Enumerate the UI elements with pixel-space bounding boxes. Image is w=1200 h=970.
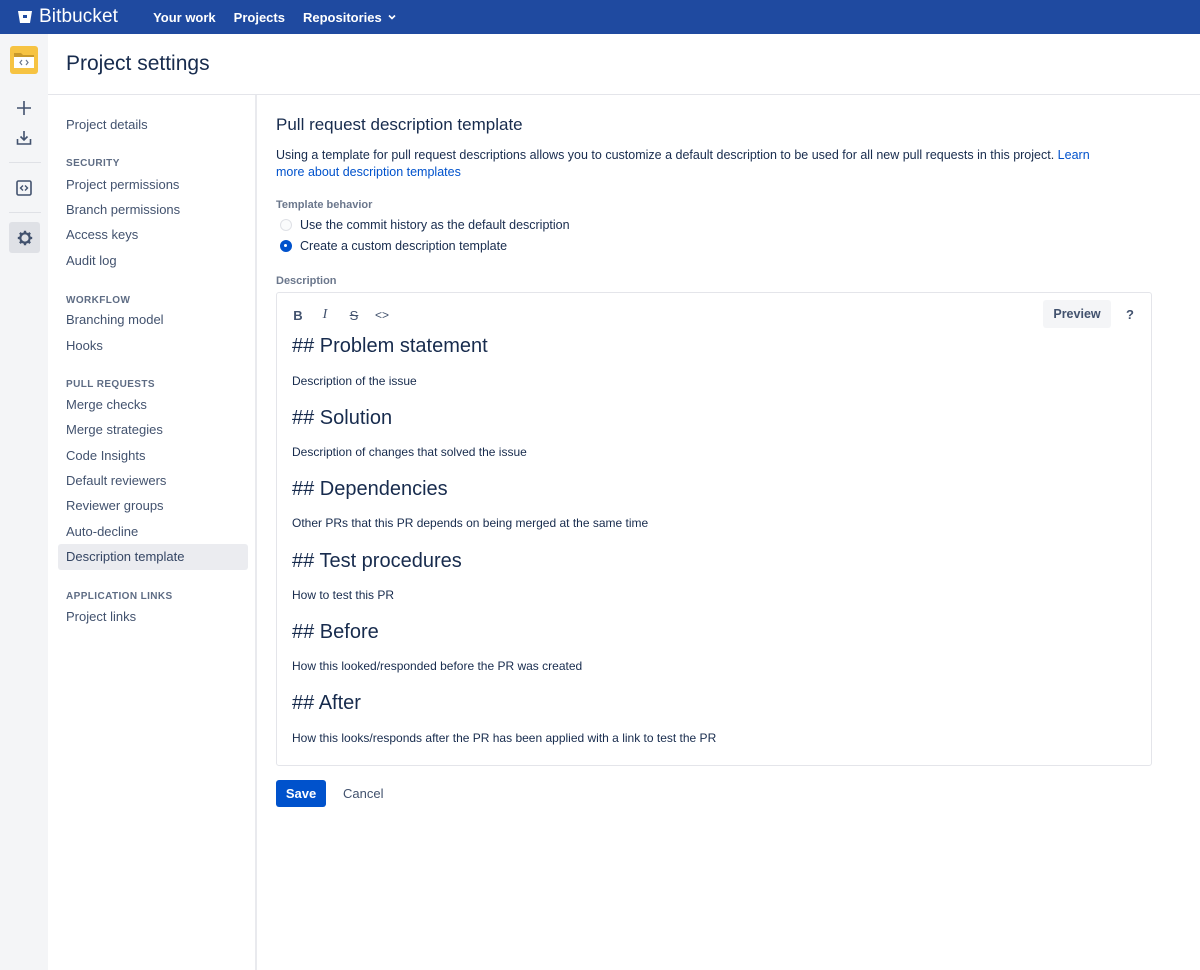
sidebar-item-branching-model[interactable]: Branching model — [58, 307, 248, 333]
settings-sidebar: Project details SECURITY Project permiss… — [48, 95, 257, 970]
download-icon[interactable] — [10, 124, 38, 152]
radio-custom-template-label: Create a custom description template — [300, 239, 508, 253]
intro-text: Using a template for pull request descri… — [276, 147, 1096, 181]
intro-description: Using a template for pull request descri… — [276, 148, 1055, 162]
sidebar-item-merge-strategies[interactable]: Merge strategies — [58, 417, 248, 443]
strikethrough-button[interactable]: S — [344, 305, 364, 325]
gear-icon[interactable] — [9, 222, 40, 253]
top-navigation-bar: Bitbucket Your work Projects Repositorie… — [0, 0, 1200, 34]
help-button[interactable]: ? — [1126, 307, 1134, 322]
brand-name: Bitbucket — [39, 6, 119, 27]
md-heading: ## Dependencies — [292, 478, 448, 500]
sidebar-item-hooks[interactable]: Hooks — [58, 333, 248, 359]
md-heading: ## Test procedures — [292, 550, 462, 572]
sidebar-item-project-permissions[interactable]: Project permissions — [58, 172, 248, 198]
md-paragraph: Description of the issue — [292, 374, 417, 388]
nav-your-work[interactable]: Your work — [153, 10, 216, 25]
sidebar-item-description-template[interactable]: Description template — [58, 544, 248, 570]
sidebar-item-merge-checks[interactable]: Merge checks — [58, 392, 248, 418]
md-paragraph: How this looks/responds after the PR has… — [292, 731, 717, 745]
left-rail — [0, 34, 48, 970]
page-header: Project settings — [48, 34, 1200, 95]
nav-repositories-label: Repositories — [302, 9, 382, 25]
sidebar-item-code-insights[interactable]: Code Insights — [58, 443, 248, 469]
nav-projects[interactable]: Projects — [234, 10, 285, 25]
sidebar-item-reviewer-groups[interactable]: Reviewer groups — [58, 493, 248, 519]
radio-commit-history-input[interactable] — [280, 219, 292, 231]
description-editor: B I S <> Preview ? ## Problem statement … — [276, 292, 1152, 766]
sidebar-item-default-reviewers[interactable]: Default reviewers — [58, 468, 248, 494]
md-heading: ## Before — [292, 621, 379, 643]
sidebar-item-project-links[interactable]: Project links — [58, 604, 248, 630]
radio-custom-template[interactable]: Create a custom description template — [280, 239, 507, 253]
sidebar-section-application-links: APPLICATION LINKS — [66, 591, 173, 602]
rail-divider — [9, 212, 41, 213]
sidebar-item-project-details[interactable]: Project details — [58, 112, 248, 138]
radio-commit-history-label: Use the commit history as the default de… — [300, 218, 570, 232]
sidebar-item-access-keys[interactable]: Access keys — [58, 222, 248, 248]
code-repo-icon[interactable] — [10, 174, 38, 202]
plus-icon[interactable] — [10, 94, 38, 122]
chevron-down-icon — [388, 14, 396, 20]
project-avatar-icon[interactable] — [10, 46, 38, 74]
sidebar-section-workflow: WORKFLOW — [66, 295, 131, 306]
sidebar-section-pull-requests: PULL REQUESTS — [66, 379, 155, 390]
code-button[interactable]: <> — [372, 305, 392, 325]
nav-repositories[interactable]: Repositories — [303, 10, 396, 25]
section-title: Pull request description template — [276, 115, 523, 134]
description-label: Description — [276, 275, 337, 287]
radio-commit-history[interactable]: Use the commit history as the default de… — [280, 218, 570, 232]
italic-button[interactable]: I — [315, 305, 335, 325]
template-behavior-label: Template behavior — [276, 199, 373, 211]
md-heading: ## Solution — [292, 407, 393, 429]
md-heading: ## Problem statement — [292, 335, 488, 357]
md-paragraph: How this looked/responded before the PR … — [292, 659, 583, 673]
sidebar-item-audit-log[interactable]: Audit log — [58, 248, 248, 274]
md-paragraph: Description of changes that solved the i… — [292, 445, 527, 459]
cancel-button[interactable]: Cancel — [343, 780, 383, 807]
md-heading: ## After — [292, 692, 361, 714]
rail-divider — [9, 162, 41, 163]
preview-button[interactable]: Preview — [1043, 300, 1111, 328]
sidebar-item-branch-permissions[interactable]: Branch permissions — [58, 197, 248, 223]
page-title: Project settings — [66, 52, 210, 75]
sidebar-item-auto-decline[interactable]: Auto-decline — [58, 519, 248, 545]
save-button[interactable]: Save — [276, 780, 326, 807]
bold-button[interactable]: B — [288, 305, 308, 325]
sidebar-section-security: SECURITY — [66, 158, 120, 169]
bitbucket-logo[interactable]: Bitbucket — [17, 6, 118, 28]
md-paragraph: Other PRs that this PR depends on being … — [292, 516, 649, 530]
md-paragraph: How to test this PR — [292, 588, 395, 602]
radio-custom-template-input[interactable] — [280, 240, 292, 252]
bitbucket-icon — [18, 11, 32, 23]
